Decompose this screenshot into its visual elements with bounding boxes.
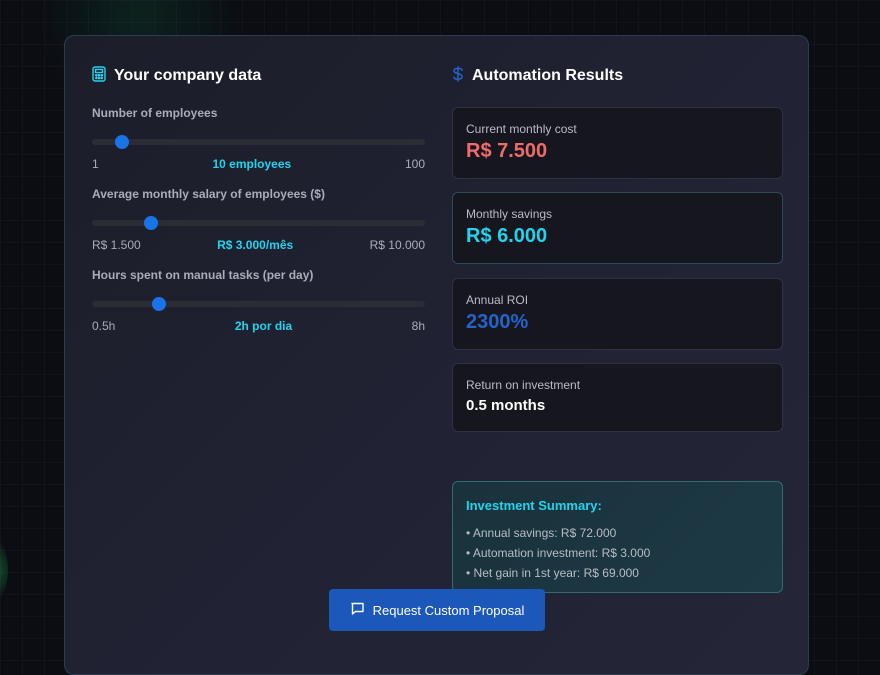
salary-field: Average monthly salary of employees ($) …: [92, 187, 425, 252]
background-glow-left: [0, 530, 8, 610]
salary-slider[interactable]: [92, 217, 425, 229]
hours-slider[interactable]: [92, 298, 425, 310]
hours-slider-thumb[interactable]: [152, 298, 165, 310]
payback-label: Return on investment: [466, 378, 581, 392]
request-proposal-button[interactable]: Request Custom Proposal: [329, 589, 545, 631]
employees-min-label: 1: [92, 157, 99, 171]
summary-annual-savings: • Annual savings: R$ 72.000: [466, 526, 617, 540]
monthly-savings-value: R$ 6.000: [466, 225, 548, 247]
annual-roi-label: Annual ROI: [466, 293, 529, 307]
payback-card: Return on investment 0.5 months: [452, 363, 783, 432]
investment-summary: Investment Summary: • Annual savings: R$…: [452, 481, 783, 593]
results-title: Automation Results: [472, 67, 624, 84]
annual-roi-value: 2300%: [466, 311, 529, 333]
annual-roi-card: Annual ROI 2300%: [452, 278, 783, 350]
employees-value: 10 employees: [212, 157, 292, 171]
salary-max-label: R$ 10.000: [369, 238, 425, 252]
hours-max-label: 8h: [411, 319, 425, 333]
message-icon: [350, 601, 365, 619]
company-data-title: Your company data: [114, 67, 262, 84]
employees-scale: 1 10 employees 100: [92, 157, 425, 171]
company-data-heading: Your company data: [92, 65, 425, 87]
employees-max-label: 100: [404, 157, 425, 171]
current-cost-value: R$ 7.500: [466, 140, 548, 162]
monthly-savings-label: Monthly savings: [466, 207, 553, 221]
hours-label: Hours spent on manual tasks (per day): [92, 268, 314, 282]
hours-scale: 0.5h 2h por dia 8h: [92, 319, 425, 333]
monthly-savings-card: Monthly savings R$ 6.000: [452, 192, 783, 264]
hours-field: Hours spent on manual tasks (per day) 0.…: [92, 268, 425, 333]
employees-slider-thumb[interactable]: [116, 136, 129, 148]
calculator-icon: [92, 65, 106, 87]
current-cost-card: Current monthly cost R$ 7.500: [452, 107, 783, 179]
investment-summary-title: Investment Summary:: [466, 498, 602, 513]
salary-min-label: R$ 1.500: [92, 238, 141, 252]
dollar-icon: [452, 65, 464, 87]
current-cost-label: Current monthly cost: [466, 122, 577, 136]
summary-automation-investment: • Automation investment: R$ 3.000: [466, 546, 651, 560]
results-heading: Automation Results: [452, 65, 783, 87]
payback-value: 0.5 months: [466, 397, 546, 414]
roi-calculator-card: Your company data Number of employees 1 …: [64, 35, 809, 675]
salary-scale: R$ 1.500 R$ 3.000/mês R$ 10.000: [92, 238, 425, 252]
summary-net-gain: • Net gain in 1st year: R$ 69.000: [466, 566, 639, 580]
automation-results-panel: Automation Results Current monthly cost …: [452, 65, 783, 593]
investment-summary-list: • Annual savings: R$ 72.000 • Automation…: [466, 523, 769, 583]
employees-label: Number of employees: [92, 106, 218, 120]
salary-label: Average monthly salary of employees ($): [92, 187, 325, 201]
hours-min-label: 0.5h: [92, 319, 116, 333]
request-proposal-label: Request Custom Proposal: [372, 602, 525, 618]
hours-value: 2h por dia: [234, 319, 293, 333]
salary-slider-thumb[interactable]: [144, 217, 157, 229]
employees-slider[interactable]: [92, 136, 425, 148]
employees-field: Number of employees 1 10 employees 100: [92, 106, 425, 171]
salary-value: R$ 3.000/mês: [217, 238, 294, 252]
company-data-panel: Your company data Number of employees 1 …: [92, 65, 425, 333]
